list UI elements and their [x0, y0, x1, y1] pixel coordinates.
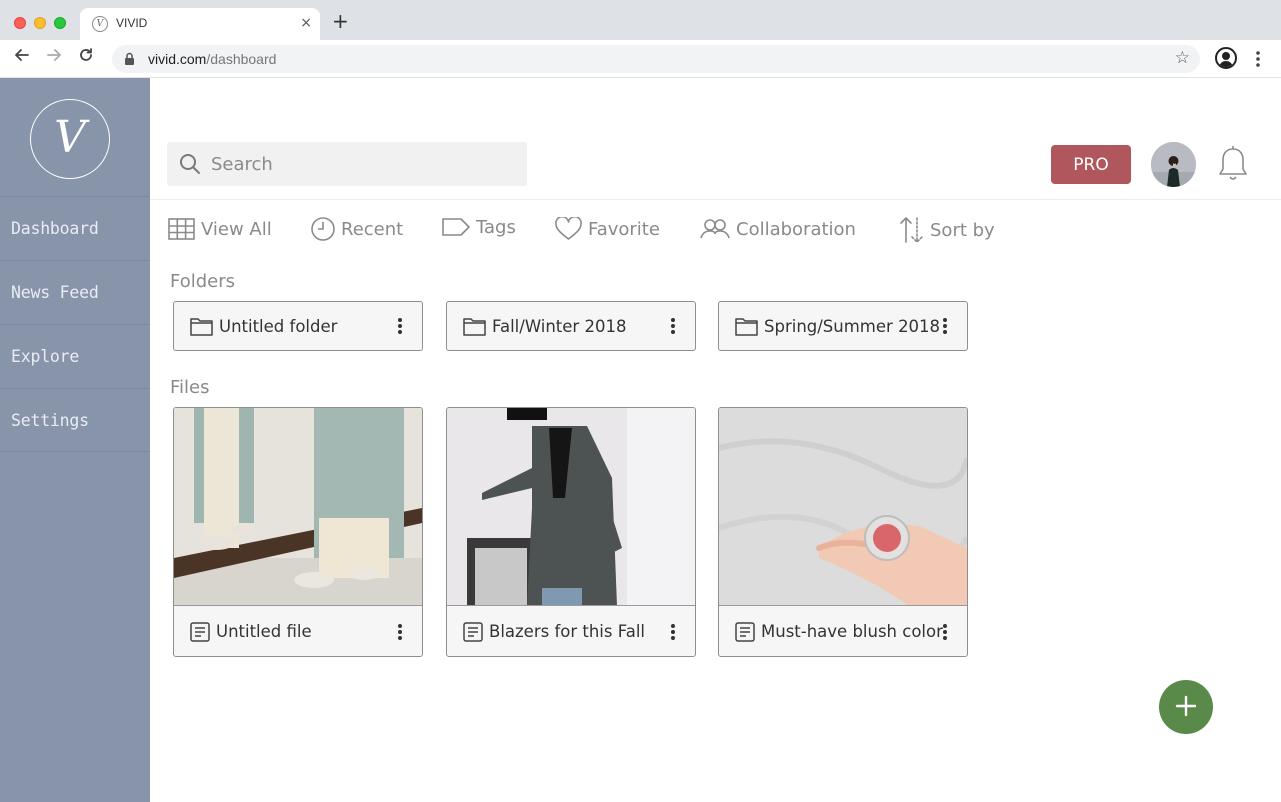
filter-collaboration[interactable]: Collaboration [700, 213, 856, 245]
grid-icon [168, 218, 195, 240]
filter-label: View All [201, 218, 272, 240]
folder-name: Spring/Summer 2018 [764, 316, 941, 336]
sidebar-item-dashboard[interactable]: Dashboard [0, 196, 150, 260]
more-options-icon[interactable] [667, 623, 679, 640]
folders-section-title: Folders [170, 271, 236, 292]
url-domain: vivid.com [148, 51, 207, 67]
folder-icon [463, 317, 486, 336]
document-icon [735, 621, 755, 642]
header-divider [150, 199, 1281, 200]
files-section-title: Files [170, 377, 210, 398]
plus-icon [1175, 695, 1197, 716]
tab-close-icon[interactable]: × [300, 15, 312, 31]
filter-label: Recent [341, 218, 404, 240]
more-options-icon[interactable] [394, 318, 406, 334]
filter-sort-by[interactable]: Sort by [899, 214, 995, 246]
document-icon [190, 621, 210, 642]
heart-icon [555, 217, 582, 240]
file-name: Untitled file [216, 622, 312, 641]
folder-name: Fall/Winter 2018 [492, 316, 627, 336]
minimize-window-button[interactable] [34, 17, 46, 29]
url-path: /dashboard [206, 51, 277, 67]
filter-label: Favorite [588, 218, 660, 240]
browser-tab-bar: V VIVID × + [0, 0, 1281, 40]
file-thumbnail [447, 408, 695, 606]
more-options-icon[interactable] [939, 623, 951, 640]
url-text: vivid.com/dashboard [148, 51, 276, 67]
file-card[interactable]: Untitled file [173, 407, 423, 657]
file-thumbnail [719, 408, 967, 606]
tag-icon [442, 218, 470, 236]
bookmark-star-icon[interactable]: ☆ [1175, 48, 1190, 68]
filter-label: Sort by [930, 219, 995, 241]
clock-icon [311, 217, 335, 241]
lock-icon [124, 51, 135, 70]
more-options-icon[interactable] [667, 318, 679, 334]
reload-icon[interactable] [75, 47, 97, 69]
file-name: Must-have blush color [761, 622, 943, 641]
filter-label: Tags [476, 216, 516, 238]
sidebar-item-news-feed[interactable]: News Feed [0, 260, 150, 324]
browser-tab[interactable]: V VIVID × [80, 8, 320, 40]
folder-name: Untitled folder [219, 316, 338, 336]
vivid-logo[interactable]: V [30, 99, 110, 179]
maximize-window-button[interactable] [54, 17, 66, 29]
browser-menu-icon[interactable] [1252, 50, 1264, 72]
browser-profile-icon[interactable] [1215, 47, 1237, 69]
close-window-button[interactable] [14, 17, 26, 29]
tab-title: VIVID [116, 16, 148, 30]
search-icon [180, 154, 200, 174]
folder-item[interactable]: Fall/Winter 2018 [446, 301, 696, 351]
file-card[interactable]: Must-have blush color [718, 407, 968, 657]
address-bar[interactable]: vivid.com/dashboard ☆ [112, 45, 1200, 73]
folder-icon [190, 317, 213, 336]
more-options-icon[interactable] [939, 318, 951, 334]
file-footer: Untitled file [174, 607, 422, 656]
more-options-icon[interactable] [394, 623, 406, 640]
add-new-button[interactable] [1159, 680, 1213, 734]
file-footer: Must-have blush color [719, 607, 967, 656]
file-footer: Blazers for this Fall [447, 607, 695, 656]
notification-bell-icon[interactable] [1217, 145, 1249, 187]
filter-label: Collaboration [736, 218, 856, 240]
sidebar-item-explore[interactable]: Explore [0, 324, 150, 388]
filter-favorite[interactable]: Favorite [555, 213, 660, 245]
folder-icon [735, 317, 758, 336]
avatar[interactable] [1151, 142, 1196, 187]
back-icon[interactable] [11, 47, 33, 69]
file-thumbnail [174, 408, 422, 606]
sidebar-item-settings[interactable]: Settings [0, 388, 150, 452]
folder-item[interactable]: Untitled folder [173, 301, 423, 351]
document-icon [463, 621, 483, 642]
sidebar: V Dashboard News Feed Explore Settings [0, 78, 150, 802]
file-name: Blazers for this Fall [489, 622, 645, 641]
pro-button[interactable]: PRO [1051, 145, 1131, 184]
sort-icon [900, 217, 923, 244]
filter-recent[interactable]: Recent [311, 213, 403, 245]
file-card[interactable]: Blazers for this Fall [446, 407, 696, 657]
search-input[interactable] [211, 142, 511, 186]
browser-toolbar: vivid.com/dashboard ☆ [0, 40, 1281, 78]
search-bar[interactable] [167, 142, 527, 186]
sidebar-nav: Dashboard News Feed Explore Settings [0, 196, 150, 452]
folder-item[interactable]: Spring/Summer 2018 [718, 301, 968, 351]
filter-view-all[interactable]: View All [168, 213, 272, 245]
vivid-favicon-icon: V [92, 16, 108, 32]
users-icon [700, 219, 730, 239]
new-tab-button[interactable]: + [332, 11, 349, 31]
forward-icon[interactable] [43, 47, 65, 69]
filter-tags[interactable]: Tags [442, 211, 516, 243]
